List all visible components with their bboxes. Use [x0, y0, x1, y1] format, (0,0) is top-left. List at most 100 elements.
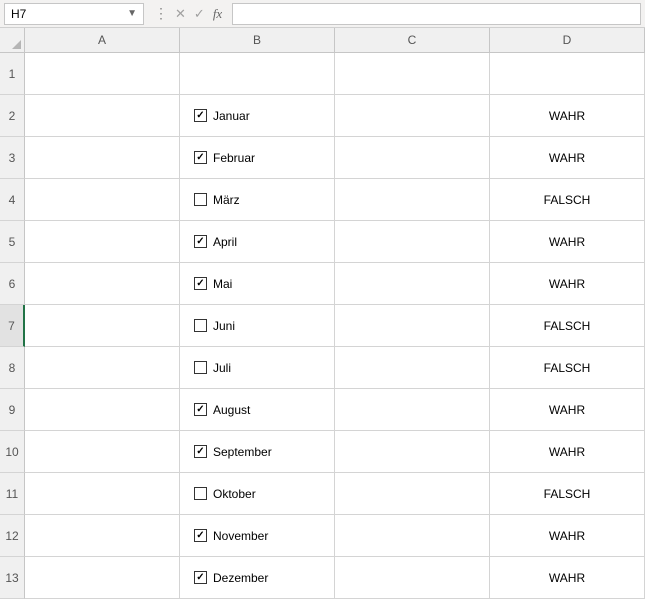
checkbox-control[interactable]: September — [184, 445, 272, 459]
drag-handle-icon[interactable]: ⋮ — [154, 5, 167, 22]
row-header-8[interactable]: 8 — [0, 347, 25, 389]
cell-D5[interactable]: WAHR — [490, 221, 645, 263]
cell-B13[interactable]: Dezember — [180, 557, 335, 599]
cell-D7[interactable]: FALSCH — [490, 305, 645, 347]
column-header-a[interactable]: A — [25, 28, 180, 53]
cell-D3[interactable]: WAHR — [490, 137, 645, 179]
cell-B12[interactable]: November — [180, 515, 335, 557]
cell-B8[interactable]: Juli — [180, 347, 335, 389]
checkbox-icon[interactable] — [194, 403, 207, 416]
cell-D4[interactable]: FALSCH — [490, 179, 645, 221]
cell-A3[interactable] — [25, 137, 180, 179]
select-all-corner[interactable] — [0, 28, 25, 53]
checkbox-control[interactable]: März — [184, 193, 240, 207]
cell-C5[interactable] — [335, 221, 490, 263]
checkbox-icon[interactable] — [194, 151, 207, 164]
cell-B3[interactable]: Februar — [180, 137, 335, 179]
cell-C12[interactable] — [335, 515, 490, 557]
cell-C3[interactable] — [335, 137, 490, 179]
checkbox-icon[interactable] — [194, 361, 207, 374]
cell-C6[interactable] — [335, 263, 490, 305]
confirm-icon[interactable]: ✓ — [194, 6, 205, 22]
cell-A13[interactable] — [25, 557, 180, 599]
cell-D2[interactable]: WAHR — [490, 95, 645, 137]
cell-B1[interactable] — [180, 53, 335, 95]
checkbox-icon[interactable] — [194, 193, 207, 206]
chevron-down-icon[interactable]: ▼ — [127, 8, 137, 19]
checkbox-icon[interactable] — [194, 109, 207, 122]
cell-B4[interactable]: März — [180, 179, 335, 221]
cell-A12[interactable] — [25, 515, 180, 557]
cell-A9[interactable] — [25, 389, 180, 431]
row-header-13[interactable]: 13 — [0, 557, 25, 599]
cell-A1[interactable] — [25, 53, 180, 95]
row-header-2[interactable]: 2 — [0, 95, 25, 137]
column-header-c[interactable]: C — [335, 28, 490, 53]
cancel-icon[interactable]: ✕ — [175, 6, 186, 22]
cell-A5[interactable] — [25, 221, 180, 263]
checkbox-control[interactable]: Dezember — [184, 571, 268, 585]
cell-D13[interactable]: WAHR — [490, 557, 645, 599]
cell-A7[interactable] — [25, 305, 180, 347]
cell-C8[interactable] — [335, 347, 490, 389]
checkbox-control[interactable]: Januar — [184, 109, 250, 123]
name-box[interactable]: H7 ▼ — [4, 3, 144, 25]
row-header-7[interactable]: 7 — [0, 305, 25, 347]
cell-C10[interactable] — [335, 431, 490, 473]
cell-B7[interactable]: Juni — [180, 305, 335, 347]
row-header-4[interactable]: 4 — [0, 179, 25, 221]
cell-A4[interactable] — [25, 179, 180, 221]
checkbox-control[interactable]: April — [184, 235, 237, 249]
cell-B5[interactable]: April — [180, 221, 335, 263]
cell-D9[interactable]: WAHR — [490, 389, 645, 431]
cell-D6[interactable]: WAHR — [490, 263, 645, 305]
checkbox-control[interactable]: Februar — [184, 151, 255, 165]
cell-B9[interactable]: August — [180, 389, 335, 431]
cell-D1[interactable] — [490, 53, 645, 95]
cell-A10[interactable] — [25, 431, 180, 473]
checkbox-control[interactable]: Juni — [184, 319, 235, 333]
column-header-b[interactable]: B — [180, 28, 335, 53]
cell-A6[interactable] — [25, 263, 180, 305]
cell-B2[interactable]: Januar — [180, 95, 335, 137]
checkbox-icon[interactable] — [194, 319, 207, 332]
cell-C1[interactable] — [335, 53, 490, 95]
checkbox-control[interactable]: November — [184, 529, 268, 543]
cell-D8[interactable]: FALSCH — [490, 347, 645, 389]
checkbox-icon[interactable] — [194, 277, 207, 290]
checkbox-control[interactable]: August — [184, 403, 250, 417]
checkbox-control[interactable]: Oktober — [184, 487, 256, 501]
cell-D12[interactable]: WAHR — [490, 515, 645, 557]
cell-C2[interactable] — [335, 95, 490, 137]
checkbox-icon[interactable] — [194, 445, 207, 458]
row-header-1[interactable]: 1 — [0, 53, 25, 95]
cell-C11[interactable] — [335, 473, 490, 515]
checkbox-icon[interactable] — [194, 529, 207, 542]
cell-A8[interactable] — [25, 347, 180, 389]
cell-D11[interactable]: FALSCH — [490, 473, 645, 515]
checkbox-control[interactable]: Mai — [184, 277, 232, 291]
cell-B11[interactable]: Oktober — [180, 473, 335, 515]
cell-D10[interactable]: WAHR — [490, 431, 645, 473]
checkbox-icon[interactable] — [194, 487, 207, 500]
cell-B6[interactable]: Mai — [180, 263, 335, 305]
row-header-11[interactable]: 11 — [0, 473, 25, 515]
cell-C13[interactable] — [335, 557, 490, 599]
row-header-6[interactable]: 6 — [0, 263, 25, 305]
cell-C4[interactable] — [335, 179, 490, 221]
cell-C7[interactable] — [335, 305, 490, 347]
formula-input[interactable] — [232, 3, 641, 25]
cell-A2[interactable] — [25, 95, 180, 137]
checkbox-control[interactable]: Juli — [184, 361, 231, 375]
column-header-d[interactable]: D — [490, 28, 645, 53]
row-header-3[interactable]: 3 — [0, 137, 25, 179]
cell-C9[interactable] — [335, 389, 490, 431]
checkbox-icon[interactable] — [194, 235, 207, 248]
row-header-10[interactable]: 10 — [0, 431, 25, 473]
cell-B10[interactable]: September — [180, 431, 335, 473]
row-header-9[interactable]: 9 — [0, 389, 25, 431]
checkbox-icon[interactable] — [194, 571, 207, 584]
row-header-5[interactable]: 5 — [0, 221, 25, 263]
row-header-12[interactable]: 12 — [0, 515, 25, 557]
cell-A11[interactable] — [25, 473, 180, 515]
